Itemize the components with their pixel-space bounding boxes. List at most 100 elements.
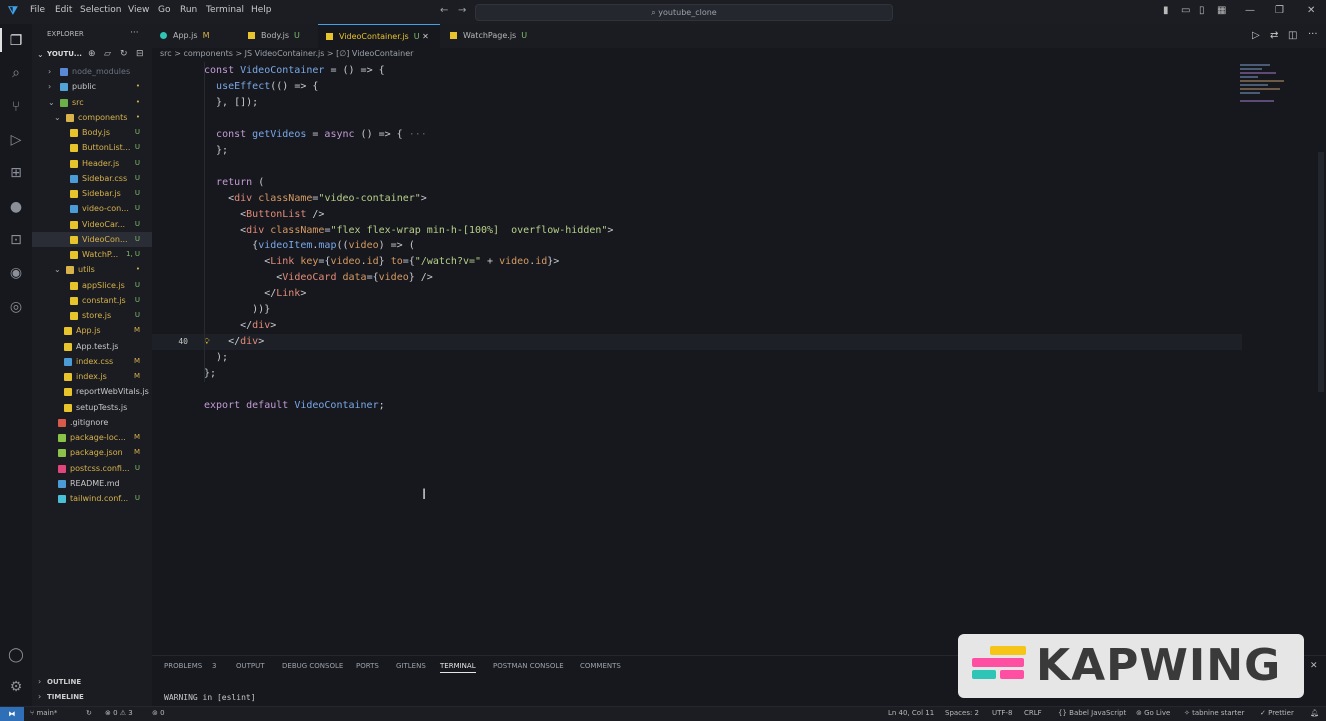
- menu-help[interactable]: Help: [251, 5, 272, 15]
- folder-item[interactable]: ⌄ src •: [32, 95, 152, 110]
- more-actions-icon[interactable]: ···: [1308, 29, 1318, 40]
- nav-forward-icon[interactable]: →: [458, 5, 466, 16]
- indentation[interactable]: Spaces: 2: [945, 709, 979, 717]
- workspace-root[interactable]: YOUTU...: [47, 50, 82, 58]
- panel-tab-gitlens[interactable]: GITLENS: [396, 662, 426, 670]
- file-item[interactable]: index.css M: [32, 354, 152, 369]
- tabnine-status[interactable]: ✧ tabnine starter: [1184, 709, 1244, 717]
- folder-item[interactable]: › node_modules: [32, 64, 152, 79]
- explorer-icon[interactable]: ❐: [7, 32, 25, 50]
- collapse-all-icon[interactable]: ⊟: [136, 49, 144, 59]
- ports-status[interactable]: ⊚ 0: [152, 709, 165, 717]
- problems-status[interactable]: ⊗ 0 ⚠ 3: [105, 709, 133, 717]
- customize-layout-icon[interactable]: ▦: [1217, 5, 1226, 16]
- menu-go[interactable]: Go: [158, 5, 170, 15]
- file-item[interactable]: index.js M: [32, 369, 152, 384]
- gitlens-icon[interactable]: ◉: [7, 264, 25, 282]
- refresh-icon[interactable]: ↻: [120, 49, 128, 59]
- more-actions-icon[interactable]: ···: [130, 28, 139, 38]
- file-item[interactable]: README.md: [32, 476, 152, 491]
- file-item[interactable]: package-loc... M: [32, 430, 152, 445]
- close-button[interactable]: ✕: [1307, 5, 1315, 16]
- panel-tab-debug-console[interactable]: DEBUG CONSOLE: [282, 662, 343, 670]
- maximize-button[interactable]: ❐: [1275, 5, 1284, 16]
- nav-back-icon[interactable]: ←: [440, 5, 448, 16]
- extensions-icon[interactable]: ⊞: [7, 164, 25, 182]
- toggle-panel-icon[interactable]: ▭: [1181, 5, 1190, 16]
- menu-terminal[interactable]: Terminal: [206, 5, 244, 15]
- panel-tab-postman-console[interactable]: POSTMAN CONSOLE: [493, 662, 564, 670]
- search-icon[interactable]: ⌕: [7, 64, 25, 82]
- minimap[interactable]: [1238, 62, 1298, 112]
- menu-selection[interactable]: Selection: [80, 5, 121, 15]
- file-item[interactable]: tailwind.conf... U: [32, 491, 152, 506]
- branch-status[interactable]: ⑂ main*: [30, 709, 57, 717]
- file-item[interactable]: store.js U: [32, 308, 152, 323]
- file-item[interactable]: setupTests.js: [32, 400, 152, 415]
- tab-videocontainer-js[interactable]: VideoContainer.js U ✕: [318, 24, 440, 48]
- sync-icon[interactable]: ↻: [86, 709, 92, 717]
- file-item[interactable]: reportWebVitals.js: [32, 384, 152, 399]
- file-item[interactable]: App.test.js: [32, 339, 152, 354]
- panel-tab-3[interactable]: 3: [212, 662, 216, 670]
- menu-edit[interactable]: Edit: [55, 5, 72, 15]
- compare-icon[interactable]: ⇄: [1270, 30, 1278, 41]
- go-live[interactable]: ⊚ Go Live: [1136, 709, 1170, 717]
- file-item[interactable]: .gitignore: [32, 415, 152, 430]
- file-item[interactable]: Body.js U: [32, 125, 152, 140]
- toggle-sidebar-icon[interactable]: ▮: [1163, 5, 1169, 16]
- command-center-search[interactable]: ⌕ youtube_clone: [475, 4, 893, 21]
- folder-item[interactable]: ⌄ utils •: [32, 262, 152, 277]
- file-item[interactable]: appSlice.js U: [32, 278, 152, 293]
- github-icon[interactable]: ●: [7, 198, 25, 216]
- folder-item[interactable]: ⌄ components •: [32, 110, 152, 125]
- file-item[interactable]: Header.js U: [32, 156, 152, 171]
- panel-tab-output[interactable]: OUTPUT: [236, 662, 265, 670]
- code-editor[interactable]: const VideoContainer = () => { useEffect…: [152, 62, 1326, 652]
- run-debug-icon[interactable]: ▷: [7, 131, 25, 149]
- toggle-secondary-sidebar-icon[interactable]: ▯: [1199, 5, 1205, 16]
- file-item[interactable]: package.json M: [32, 445, 152, 460]
- menu-view[interactable]: View: [128, 5, 149, 15]
- folder-item[interactable]: › public •: [32, 79, 152, 94]
- tab-body-js[interactable]: Body.js U: [240, 24, 316, 48]
- account-icon[interactable]: ◯: [7, 646, 25, 664]
- close-tab-icon[interactable]: ✕: [420, 32, 429, 41]
- breadcrumb[interactable]: src > components > JS VideoContainer.js …: [160, 49, 413, 58]
- prettier-status[interactable]: ✓ Prettier: [1260, 709, 1294, 717]
- file-item[interactable]: VideoCar... U: [32, 217, 152, 232]
- file-item[interactable]: ButtonList... U: [32, 140, 152, 155]
- file-item[interactable]: video-con... U: [32, 201, 152, 216]
- panel-tab-problems[interactable]: PROBLEMS: [164, 662, 202, 670]
- panel-tab-ports[interactable]: PORTS: [356, 662, 379, 670]
- tab-watchpage-js[interactable]: WatchPage.js U: [442, 24, 532, 48]
- file-item[interactable]: App.js M: [32, 323, 152, 338]
- notifications-bell-icon[interactable]: 🔔︎: [1310, 709, 1319, 717]
- outline-section[interactable]: OUTLINE: [47, 678, 81, 686]
- file-item[interactable]: postcss.confi... U: [32, 461, 152, 476]
- scrollbar[interactable]: [1318, 152, 1324, 392]
- timeline-section[interactable]: TIMELINE: [47, 693, 84, 701]
- menu-file[interactable]: File: [30, 5, 45, 15]
- file-item[interactable]: Sidebar.css U: [32, 171, 152, 186]
- encoding[interactable]: UTF-8: [992, 709, 1012, 717]
- line-ending[interactable]: CRLF: [1024, 709, 1042, 717]
- minimize-button[interactable]: —: [1245, 5, 1255, 16]
- split-editor-icon[interactable]: ◫: [1288, 30, 1297, 41]
- remote-explorer-icon[interactable]: ⊡: [7, 231, 25, 249]
- chevron-down-icon[interactable]: ⌄: [37, 50, 44, 59]
- source-control-icon[interactable]: ⑂: [7, 98, 25, 116]
- postman-icon[interactable]: ◎: [7, 298, 25, 316]
- remote-indicator-icon[interactable]: ⧓: [0, 707, 24, 721]
- panel-tab-comments[interactable]: COMMENTS: [580, 662, 621, 670]
- new-file-icon[interactable]: ⊕: [88, 49, 96, 59]
- file-item[interactable]: VideoCon... U: [32, 231, 152, 247]
- file-item[interactable]: Sidebar.js U: [32, 186, 152, 201]
- file-item[interactable]: WatchP... 1, U: [32, 247, 152, 262]
- cursor-position[interactable]: Ln 40, Col 11: [888, 709, 934, 717]
- run-icon[interactable]: ▷: [1252, 30, 1260, 41]
- panel-tab-terminal[interactable]: TERMINAL: [440, 662, 476, 673]
- settings-gear-icon[interactable]: ⚙: [7, 678, 25, 696]
- close-panel-icon[interactable]: ✕: [1310, 661, 1318, 671]
- new-folder-icon[interactable]: ▱: [104, 49, 111, 59]
